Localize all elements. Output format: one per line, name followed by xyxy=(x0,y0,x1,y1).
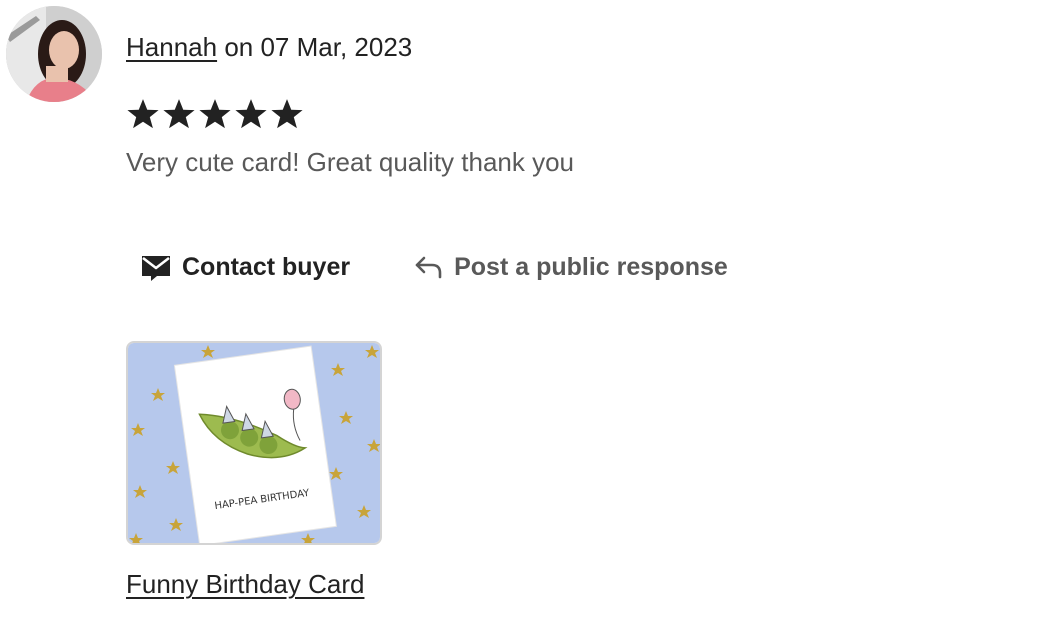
avatar-image xyxy=(6,6,102,102)
date-prefix: on xyxy=(224,32,254,62)
reviewer-name-link[interactable]: Hannah xyxy=(126,32,217,62)
envelope-icon xyxy=(142,256,170,281)
reviewer-avatar xyxy=(6,6,102,102)
star-icon xyxy=(127,99,159,129)
review-byline: Hannah on 07 Mar, 2023 xyxy=(126,30,412,64)
review-actions: Contact buyer Post a public response xyxy=(126,244,742,290)
contact-buyer-label: Contact buyer xyxy=(182,253,351,281)
contact-buyer-button[interactable]: Contact buyer xyxy=(126,244,364,290)
star-icon xyxy=(163,99,195,129)
birthday-card: HAP-PEA BIRTHDAY xyxy=(173,345,337,543)
reply-arrow-icon xyxy=(415,256,442,279)
post-public-response-button[interactable]: Post a public response xyxy=(398,244,742,290)
listing-image: HAP-PEA BIRTHDAY xyxy=(128,343,380,543)
post-public-response-label: Post a public response xyxy=(454,253,728,281)
listing-thumbnail[interactable]: HAP-PEA BIRTHDAY xyxy=(126,341,382,545)
star-icon xyxy=(199,99,231,129)
star-icon xyxy=(271,99,303,129)
listing-title-link[interactable]: Funny Birthday Card xyxy=(126,567,364,601)
review-date: 07 Mar, 2023 xyxy=(260,32,413,62)
star-icon xyxy=(235,99,267,129)
review-text: Very cute card! Great quality thank you xyxy=(126,147,575,177)
star-rating xyxy=(126,96,304,132)
